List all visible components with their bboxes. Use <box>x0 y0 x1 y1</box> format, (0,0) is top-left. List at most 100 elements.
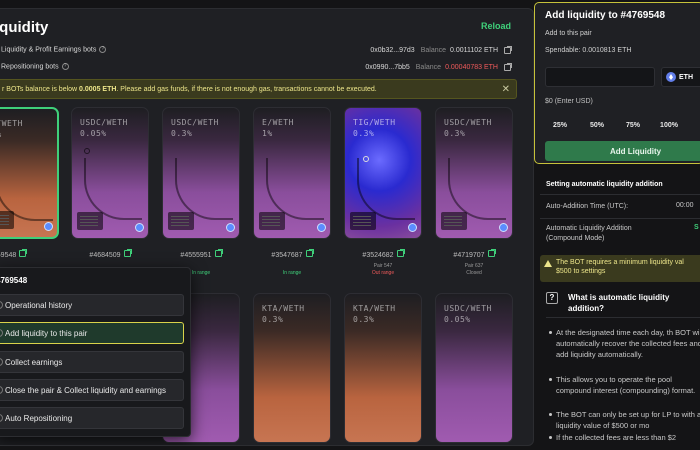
card-action-menu: 4769548 Operational history Add liquidit… <box>0 267 191 437</box>
card-id[interactable]: 4769548 <box>0 249 59 259</box>
refresh-icon <box>0 414 3 422</box>
help-icon[interactable]: ? <box>61 63 69 71</box>
external-link-icon[interactable] <box>504 62 512 71</box>
network-chip-icon <box>317 223 326 232</box>
card-id[interactable]: #3524682 <box>344 249 422 259</box>
add-liquidity-box: Add liquidity to #4769548 Add to this pa… <box>534 2 700 164</box>
menu-item-label: Collect earnings <box>5 357 63 367</box>
balance-label: Balance <box>415 63 442 71</box>
close-icon[interactable]: ✕ <box>502 84 510 95</box>
settings-title: Setting automatic liquidity addition <box>546 181 663 188</box>
external-link-icon[interactable] <box>504 45 512 54</box>
clock-icon <box>0 301 3 309</box>
faq-header[interactable]: ? What is automatic liquidity addition? <box>546 288 700 318</box>
menu-item-label: Auto Repositioning <box>5 413 73 423</box>
percent-50-button[interactable]: 50% <box>582 117 612 133</box>
external-link-icon[interactable] <box>123 249 132 257</box>
position-card[interactable]: USDC/WETH 0.05% <box>71 107 149 239</box>
position-card[interactable]: KTA/WETH 0.3% <box>344 293 422 443</box>
position-card[interactable]: E/WETH 1% <box>253 107 331 239</box>
card-pair-name: KTA/WETH <box>353 304 396 313</box>
external-link-icon[interactable] <box>396 249 405 257</box>
card-pair: USDC/WETH 0.3% <box>171 117 219 139</box>
menu-item-auto-repositioning[interactable]: Auto Repositioning <box>0 407 184 429</box>
position-card[interactable]: USDC/WETH 0.3% <box>162 107 240 239</box>
percent-100-button[interactable]: 100% <box>654 117 684 133</box>
position-card[interactable]: USDC/WETH 0.3% <box>435 107 513 239</box>
external-link-icon[interactable] <box>19 249 28 257</box>
bot-row-repositioning: Repositioning bots? 0x0990...7bb5 Balanc… <box>1 60 512 74</box>
close-circle-icon <box>0 386 3 394</box>
menu-item-label: Operational history <box>5 300 73 310</box>
card-pair: TIG/WETH 0.3% <box>353 117 396 139</box>
pair-count: Pair 637 <box>464 263 484 269</box>
min-liquidity-warning: The BOT requires a minimum liquidity val… <box>540 255 700 282</box>
warning-suffix: . Please add gas funds, if there is not … <box>116 85 377 93</box>
page-title: iquidity <box>0 19 49 36</box>
range-curve <box>357 158 415 220</box>
menu-item-collect-earnings[interactable]: Collect earnings <box>0 351 184 373</box>
auto-time-label: Auto-Addition Time (UTC): <box>546 203 629 210</box>
card-pair: A/WETH 3% <box>0 118 23 140</box>
card-pair: KTA/WETH 0.3% <box>262 303 305 325</box>
network-chip-icon <box>408 223 417 232</box>
spendable-balance: Spendable: 0.0010813 ETH <box>545 47 632 54</box>
card-id[interactable]: #4555951 <box>162 249 240 259</box>
faq-title-line2: addition? <box>568 304 604 313</box>
network-chip-icon <box>226 223 235 232</box>
range-curve <box>84 158 142 220</box>
card-id[interactable]: #3547687 <box>253 249 331 259</box>
faq-bullet: This allows you to operate the pool comp… <box>549 374 700 396</box>
bot-row-earnings: Liquidity & Profit Earnings bots? 0x0b32… <box>1 43 512 57</box>
card-pair-name: KTA/WETH <box>262 304 305 313</box>
compound-label-line2: (Compound Mode) <box>546 235 605 242</box>
external-link-icon[interactable] <box>214 249 223 257</box>
help-icon[interactable]: ? <box>99 46 107 54</box>
card-fee: 0.05% <box>80 129 107 138</box>
card-pair: USDC/WETH 0.05% <box>80 117 128 139</box>
min-liquidity-text-1: The BOT requires a minimum liquidity val <box>556 259 684 266</box>
eth-icon <box>666 72 676 82</box>
add-liquidity-button[interactable]: Add Liquidity <box>545 141 700 161</box>
position-card[interactable]: A/WETH 3% <box>0 107 59 239</box>
pair-count: Pair 547 <box>373 263 393 269</box>
token-select[interactable]: ETH <box>661 67 700 87</box>
faq-bullet: The BOT can only be set up for LP to wit… <box>549 409 700 431</box>
external-link-icon[interactable] <box>305 249 314 257</box>
external-link-icon[interactable] <box>487 249 496 257</box>
menu-item-close-pair[interactable]: Close the pair & Collect liquidity and e… <box>0 379 184 401</box>
card-pair-name: USDC/WETH <box>80 118 128 127</box>
reload-button[interactable]: Reload <box>481 21 511 31</box>
divider <box>540 218 700 219</box>
position-card[interactable]: USDC/WETH 0.05% <box>435 293 513 443</box>
network-chip-icon <box>44 222 53 231</box>
faq-title-line1: What is automatic liquidity <box>568 293 670 302</box>
card-badge <box>259 212 285 230</box>
card-fee: 0.3% <box>171 129 193 138</box>
range-curve <box>448 158 506 220</box>
card-id[interactable]: #4684509 <box>71 249 149 259</box>
menu-item-label: Add liquidity to this pair <box>5 328 88 338</box>
amount-input[interactable] <box>545 67 655 87</box>
status-badge: Out range <box>371 270 395 276</box>
liquidity-panel: iquidity Reload Liquidity & Profit Earni… <box>0 8 534 446</box>
percent-75-button[interactable]: 75% <box>618 117 648 133</box>
position-card[interactable]: TIG/WETH 0.3% <box>344 107 422 239</box>
card-pair-name: USDC/WETH <box>444 118 492 127</box>
card-fee: 0.05% <box>444 315 471 324</box>
warning-amount: 0.0005 ETH <box>79 85 117 93</box>
card-pair: USDC/WETH 0.3% <box>444 117 492 139</box>
auto-time-value[interactable]: 00:00 <box>676 202 694 209</box>
status-badge: Closed <box>466 270 482 276</box>
side-panel: Add liquidity to #4769548 Add to this pa… <box>534 0 700 450</box>
warning-text: r BOTs balance is below 0.0005 ETH. Plea… <box>2 86 377 93</box>
add-liquidity-title: Add liquidity to #4769548 <box>545 10 666 21</box>
card-id[interactable]: #4719707 <box>435 249 513 259</box>
balance-value: 0.0011102 ETH <box>450 46 498 54</box>
position-card[interactable]: KTA/WETH 0.3% <box>253 293 331 443</box>
percent-25-button[interactable]: 25% <box>545 117 575 133</box>
menu-item-operational-history[interactable]: Operational history <box>0 294 184 316</box>
card-fee: 0.3% <box>353 315 375 324</box>
menu-item-add-liquidity[interactable]: Add liquidity to this pair <box>0 322 184 344</box>
compound-mode-toggle[interactable]: S <box>694 224 699 231</box>
